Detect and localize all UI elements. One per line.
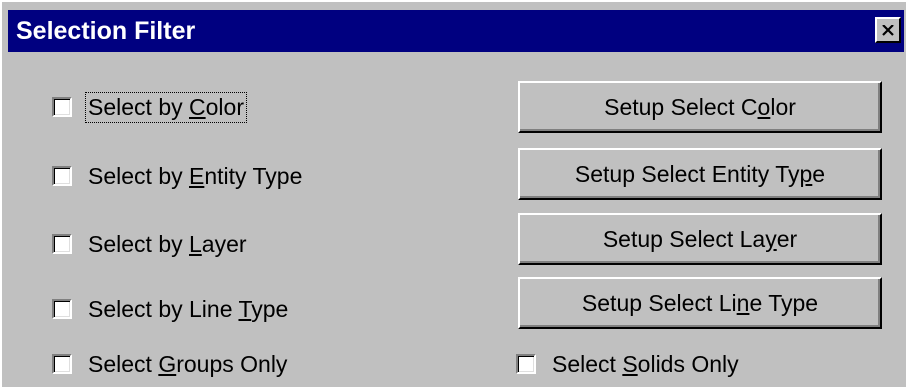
checkbox-label[interactable]: Select by Line Type [86, 295, 290, 324]
close-button[interactable] [875, 17, 901, 43]
selection-filter-dialog: Selection Filter Select by Color Select … [0, 0, 906, 387]
button-label: Setup Select Color [604, 93, 796, 120]
checkbox-select-by-layer[interactable]: Select by Layer [52, 228, 249, 260]
checkbox-select-by-color[interactable]: Select by Color [52, 91, 247, 123]
setup-select-layer-button[interactable]: Setup Select Layer [518, 213, 882, 265]
setup-select-entity-type-button[interactable]: Setup Select Entity Type [518, 148, 882, 200]
button-label: Setup Select Entity Type [574, 160, 826, 187]
checkbox-label[interactable]: Select by Layer [86, 230, 249, 259]
title-bar[interactable]: Selection Filter [8, 10, 904, 52]
checkbox-box[interactable] [52, 234, 72, 254]
checkbox-label[interactable]: Select Solids Only [550, 350, 741, 379]
checkbox-select-groups-only[interactable]: Select Groups Only [52, 348, 289, 380]
setup-select-color-button[interactable]: Setup Select Color [518, 81, 882, 133]
checkbox-select-by-line-type[interactable]: Select by Line Type [52, 293, 290, 325]
checkbox-label[interactable]: Select by Entity Type [86, 162, 304, 191]
checkbox-box[interactable] [52, 354, 72, 374]
button-label: Setup Select Layer [602, 225, 798, 252]
checkbox-box[interactable] [52, 166, 72, 186]
checkbox-select-by-entity-type[interactable]: Select by Entity Type [52, 160, 304, 192]
checkbox-label[interactable]: Select Groups Only [86, 350, 289, 379]
checkbox-box[interactable] [52, 97, 72, 117]
checkbox-label[interactable]: Select by Color [85, 91, 247, 123]
close-icon [882, 24, 894, 36]
button-label: Setup Select Line Type [581, 289, 819, 316]
checkbox-box[interactable] [516, 354, 536, 374]
setup-select-line-type-button[interactable]: Setup Select Line Type [518, 277, 882, 329]
checkbox-select-solids-only[interactable]: Select Solids Only [516, 348, 741, 380]
window-title: Selection Filter [16, 17, 196, 45]
checkbox-box[interactable] [52, 299, 72, 319]
